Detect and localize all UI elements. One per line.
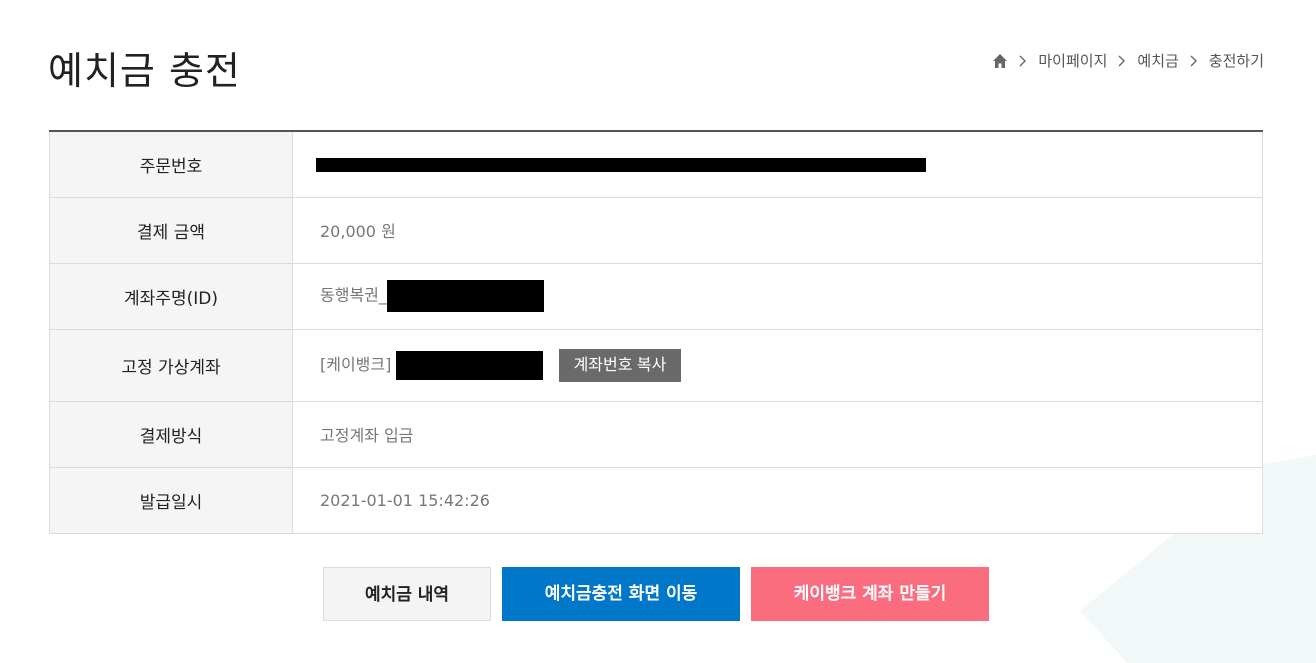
virtual-account-cell: [케이뱅크] 계좌번호 복사 [292, 329, 1263, 402]
table-row-account-holder: 계좌주명(ID) 동행복권_ [49, 263, 1263, 330]
table-row-amount: 결제 금액 20,000 원 [49, 197, 1263, 264]
copy-account-number-button[interactable]: 계좌번호 복사 [558, 348, 682, 382]
breadcrumb: 마이페이지 예치금 충전하기 [992, 50, 1264, 71]
table-row-payment-method: 결제방식 고정계좌 입금 [49, 401, 1263, 468]
account-holder-value: 동행복권_ [320, 285, 387, 305]
breadcrumb-item-charge: 충전하기 [1208, 52, 1264, 70]
virtual-account-bank: [케이뱅크] [320, 354, 392, 374]
deposit-history-button[interactable]: 예치금 내역 [323, 567, 491, 621]
chevron-right-icon [1018, 54, 1028, 68]
redacted-account-number [396, 350, 544, 380]
payment-method-label: 결제방식 [49, 401, 293, 468]
issued-at-label: 발급일시 [49, 467, 293, 534]
breadcrumb-item-mypage[interactable]: 마이페이지 [1038, 50, 1107, 71]
home-icon[interactable] [992, 53, 1008, 69]
go-to-charge-button[interactable]: 예치금충전 화면 이동 [502, 567, 740, 621]
table-row-virtual-account: 고정 가상계좌 [케이뱅크] 계좌번호 복사 [49, 329, 1263, 402]
table-row-issued-at: 발급일시 2021-01-01 15:42:26 [49, 467, 1263, 534]
amount-value: 20,000 원 [292, 197, 1263, 264]
payment-method-value: 고정계좌 입금 [292, 401, 1263, 468]
virtual-account-label: 고정 가상계좌 [49, 329, 293, 402]
page-title: 예치금 충전 [48, 49, 241, 93]
chevron-right-icon [1117, 54, 1127, 68]
order-number-value [292, 131, 1263, 198]
issued-at-value: 2021-01-01 15:42:26 [292, 467, 1263, 534]
amount-label: 결제 금액 [49, 197, 293, 264]
account-holder-label: 계좌주명(ID) [49, 263, 293, 330]
action-buttons: 예치금 내역 예치금충전 화면 이동 케이뱅크 계좌 만들기 [0, 567, 1316, 621]
charge-info-table: 주문번호 결제 금액 20,000 원 계좌주명(ID) 동행복권_ 고정 가상… [49, 130, 1263, 534]
create-kbank-account-button[interactable]: 케이뱅크 계좌 만들기 [751, 567, 989, 621]
chevron-right-icon [1189, 54, 1199, 68]
order-number-label: 주문번호 [49, 131, 293, 198]
breadcrumb-item-deposit[interactable]: 예치금 [1137, 50, 1178, 71]
table-row-order-number: 주문번호 [49, 131, 1263, 198]
redacted-order-number [316, 158, 926, 173]
redacted-account-holder-id [386, 280, 544, 312]
account-holder-cell: 동행복권_ [292, 263, 1263, 330]
